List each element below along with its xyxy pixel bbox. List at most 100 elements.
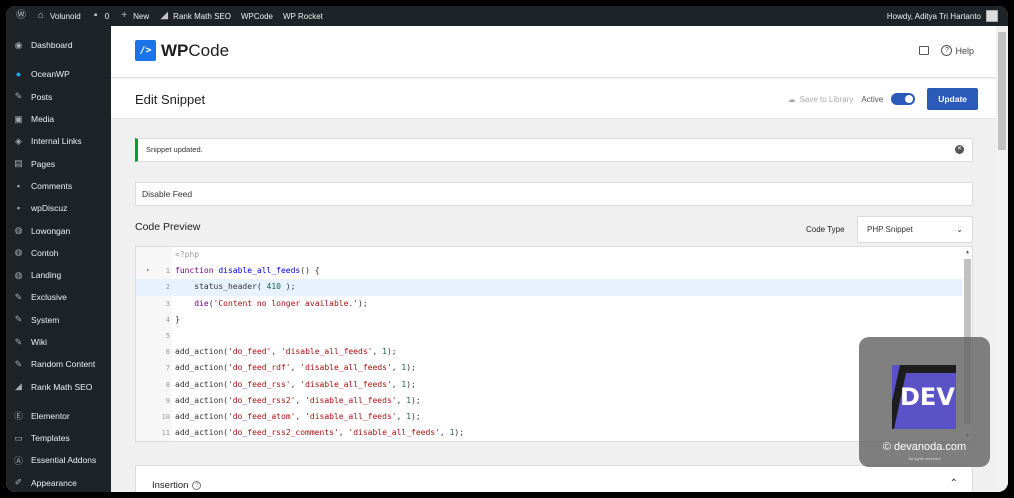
code-line: 6 add_action('do_feed', 'disable_all_feed… (136, 344, 962, 360)
code-line: 11 add_action('do_feed_rss2_comments', 'd… (136, 425, 962, 441)
globe-icon: ◍ (14, 225, 23, 236)
sidebar-item-label: Media (31, 114, 55, 125)
sidebar-item-exclusive[interactable]: ✎ Exclusive (6, 286, 111, 308)
success-notice: Snippet updated. ✕ (135, 138, 973, 162)
wpcode-label: WPCode (240, 11, 273, 21)
comment-icon: ▪ (16, 180, 21, 191)
wprocket-label: WP Rocket (283, 11, 323, 21)
sidebar-item-label: Landing (31, 270, 62, 281)
line-number: 8 (165, 380, 170, 389)
wpcode-header: /> WPCode ? Help (111, 26, 996, 78)
code-editor[interactable]: <?php ▾ 1 function disable_all_feeds() {2 … (135, 246, 973, 442)
sidebar-item-label: Templates (31, 433, 70, 444)
cloud-icon: ☁ (787, 94, 796, 104)
save-to-library-label: Save to Library (799, 94, 854, 104)
update-button[interactable]: Update (927, 88, 978, 110)
site-name-link[interactable]: ⌂ Volunoid (36, 11, 81, 21)
admin-bar: Ⓦ ⌂ Volunoid ▪ 0 + New ◢ Rank Math SEO WPCod… (6, 6, 1008, 26)
code-line: 9 add_action('do_feed_rss2', 'disable_all… (136, 393, 962, 409)
wp-logo-button[interactable]: Ⓦ (16, 11, 26, 21)
code-text: add_action('do_feed_rss2_comments', 'dis… (175, 428, 465, 438)
pin-icon: ✎ (14, 91, 23, 102)
sidebar-menu: ◉ Dashboard ● OceanWP ✎ Posts ▣ Media ◈ Internal … (6, 34, 111, 492)
help-icon[interactable]: ? (192, 481, 202, 490)
wpcode-link[interactable]: WPCode (241, 12, 273, 21)
sidebar-item-appearance[interactable]: ✐ Appearance (6, 472, 111, 492)
inbox-icon[interactable] (919, 46, 930, 55)
sidebar-item-system[interactable]: ✎ System (6, 309, 111, 331)
code-text: function disable_all_feeds() { (175, 266, 320, 276)
brush-icon: ✐ (14, 477, 23, 488)
sidebar-item-rank-math-seo[interactable]: ◢ Rank Math SEO (6, 375, 111, 397)
save-to-library-button[interactable]: ☁ Save to Library (788, 95, 854, 104)
code-type-value: PHP Snippet (867, 225, 913, 234)
line-number: 3 (165, 299, 170, 308)
code-text: add_action('do_feed_rdf', 'disable_all_f… (175, 363, 416, 373)
sidebar-item-wiki[interactable]: ✎ Wiki (6, 331, 111, 353)
account-menu[interactable]: Howdy, Aditya Tri Hartanto (887, 6, 998, 26)
code-text: add_action('do_feed', 'disable_all_feeds… (175, 347, 397, 357)
sidebar-item-label: Contoh (31, 247, 59, 258)
sidebar-item-elementor[interactable]: Ⓔ Elementor (6, 405, 111, 427)
chart-icon: ◢ (15, 381, 22, 392)
new-content-link[interactable]: + New (119, 11, 149, 21)
page-scroll-thumb[interactable] (998, 32, 1006, 150)
dev-logo: DEV (892, 365, 956, 429)
snippet-title-input[interactable]: Disable Feed (135, 182, 973, 206)
sidebar-item-wpdiscuz[interactable]: ▪ wpDiscuz (6, 197, 111, 219)
sidebar-item-landing[interactable]: ◍ Landing (6, 264, 111, 286)
sidebar-item-label: Exclusive (31, 292, 67, 303)
sidebar-item-pages[interactable]: ▤ Pages (6, 152, 111, 174)
sidebar-item-label: Random Content (31, 359, 96, 370)
code-text: die('Content no longer available.'); (194, 298, 368, 308)
sidebar-item-dashboard[interactable]: ◉ Dashboard (6, 34, 111, 56)
wprocket-link[interactable]: WP Rocket (283, 12, 323, 21)
active-toggle[interactable] (891, 93, 916, 105)
code-text: add_action('do_feed_atom', 'disable_all_… (175, 412, 421, 421)
site-name: Volunoid (50, 11, 81, 21)
sidebar-item-media[interactable]: ▣ Media (6, 108, 111, 130)
chevron-up-icon[interactable]: ⌃ (950, 478, 958, 489)
sidebar-item-posts[interactable]: ✎ Posts (6, 86, 111, 108)
sidebar-item-comments[interactable]: ▪ Comments (6, 175, 111, 197)
page-scrollbar[interactable] (996, 26, 1008, 492)
comments-link[interactable]: ▪ 0 (91, 11, 109, 21)
code-line-header: <?php (136, 247, 962, 263)
sidebar-item-essential-addons[interactable]: Ⓐ Essential Addons (6, 449, 111, 471)
watermark: DEV © devanoda.com All rights reserved (859, 337, 990, 467)
insertion-label: Insertion (152, 480, 189, 491)
code-type-select[interactable]: PHP Snippet ⌄ (857, 216, 973, 243)
help-button[interactable]: ? Help (941, 45, 974, 56)
scroll-up-icon[interactable]: ▲ (964, 249, 971, 255)
sidebar-item-label: Appearance (31, 477, 77, 488)
sidebar-item-templates[interactable]: ▭ Templates (6, 427, 111, 449)
chevron-down-icon: ⌄ (956, 225, 963, 234)
sidebar-item-label: OceanWP (31, 69, 70, 80)
dismiss-notice-icon[interactable]: ✕ (955, 145, 964, 154)
sidebar-item-contoh[interactable]: ◍ Contoh (6, 242, 111, 264)
help-icon: ? (941, 45, 953, 56)
comment-bubble-icon: ▪ (93, 10, 98, 21)
code-text: add_action('do_feed_rss', 'disable_all_f… (175, 379, 416, 389)
line-number: 4 (165, 315, 170, 324)
pin-icon: ✎ (14, 291, 23, 302)
globe-icon: ◍ (14, 269, 23, 280)
sidebar-item-random-content[interactable]: ✎ Random Content (6, 353, 111, 375)
header-actions: ? Help (919, 45, 974, 56)
sidebar-item-lowongan[interactable]: ◍ Lowongan (6, 219, 111, 241)
rankmath-link[interactable]: ◢ Rank Math SEO (159, 11, 231, 21)
logo-text: WPCode (161, 41, 229, 61)
code-preview-label: Code Preview (135, 221, 201, 233)
watermark-small-text: All rights reserved (908, 456, 941, 461)
sidebar-item-internal-links[interactable]: ◈ Internal Links (6, 130, 111, 152)
avatar (986, 10, 998, 22)
admin-sidebar: ◉ Dashboard ● OceanWP ✎ Posts ▣ Media ◈ Internal … (6, 26, 111, 492)
page-title: Edit Snippet (135, 92, 206, 107)
sidebar-item-oceanwp[interactable]: ● OceanWP (6, 63, 111, 85)
insertion-panel[interactable]: Insertion? ⌃ (135, 465, 973, 492)
sidebar-item-label: Rank Math SEO (31, 381, 93, 392)
new-label: New (133, 11, 150, 21)
folder-icon: ▭ (14, 432, 23, 443)
globe-icon: ◍ (14, 247, 23, 258)
help-label: Help (955, 45, 974, 56)
